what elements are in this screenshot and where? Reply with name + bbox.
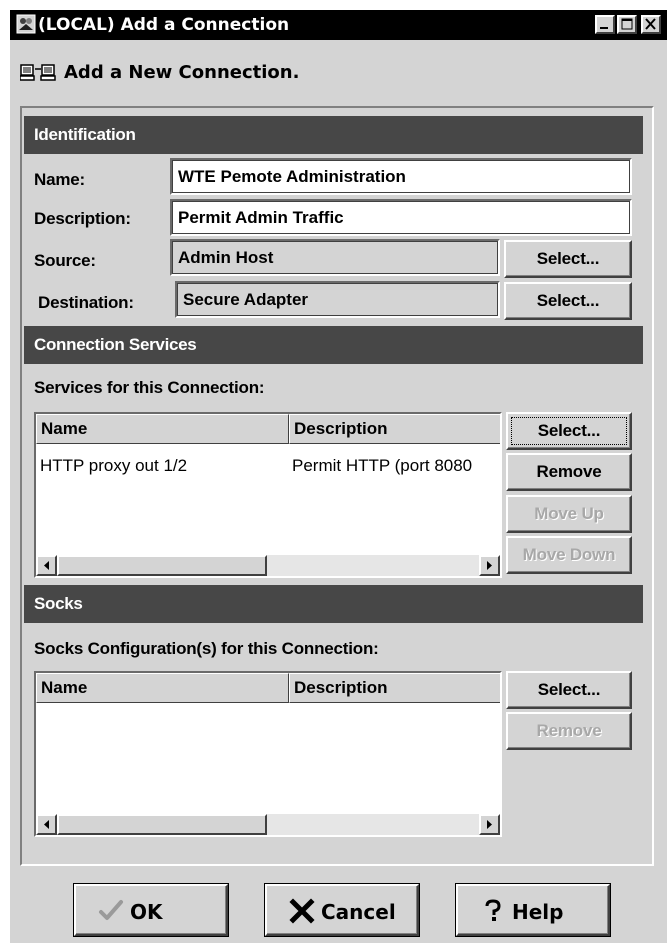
- name-label: Name:: [34, 170, 85, 189]
- help-question-icon: [485, 899, 501, 921]
- close-icon: [645, 18, 656, 30]
- ok-button[interactable]: OK: [74, 884, 228, 936]
- socks-remove-button[interactable]: Remove: [506, 712, 632, 750]
- services-select-button[interactable]: Select...: [506, 412, 632, 450]
- services-horizontal-scrollbar[interactable]: [36, 555, 500, 576]
- services-column-description[interactable]: Description: [289, 414, 500, 444]
- destination-field: Secure Adapter: [175, 281, 500, 318]
- services-list-label: Services for this Connection:: [34, 378, 265, 397]
- scroll-right-button[interactable]: [479, 814, 500, 835]
- arrow-left-icon: [44, 561, 49, 570]
- minimize-button[interactable]: [595, 15, 615, 34]
- help-button[interactable]: Help: [456, 884, 610, 936]
- close-button[interactable]: [641, 15, 661, 34]
- arrow-left-icon: [44, 820, 49, 829]
- socks-list-label: Socks Configuration(s) for this Connecti…: [34, 639, 379, 658]
- ok-label: OK: [130, 900, 163, 924]
- source-label: Source:: [34, 251, 96, 270]
- scroll-thumb[interactable]: [57, 814, 267, 835]
- title-bar[interactable]: (LOCAL) Add a Connection: [10, 10, 667, 40]
- add-connection-window: (LOCAL) Add a Connection Add a New Conne…: [8, 8, 667, 943]
- x-cancel-icon: [289, 898, 315, 924]
- scroll-thumb[interactable]: [57, 555, 267, 576]
- source-field: Admin Host: [170, 239, 500, 276]
- arrow-right-icon: [487, 561, 492, 570]
- identification-section-header: Identification: [24, 116, 643, 154]
- checkmark-icon: [99, 900, 123, 920]
- app-window-icon[interactable]: [16, 14, 36, 34]
- destination-label: Destination:: [38, 293, 134, 312]
- socks-section-header: Socks: [24, 585, 643, 623]
- scroll-left-button[interactable]: [36, 555, 57, 576]
- service-description-cell: Permit HTTP (port 8080: [292, 456, 473, 475]
- socks-column-description[interactable]: Description: [289, 673, 500, 703]
- services-remove-button[interactable]: Remove: [506, 453, 632, 491]
- services-column-name[interactable]: Name: [36, 414, 289, 444]
- maximize-icon: [621, 18, 633, 30]
- scroll-right-button[interactable]: [479, 555, 500, 576]
- scroll-left-button[interactable]: [36, 814, 57, 835]
- socks-table[interactable]: Name Description: [34, 671, 502, 837]
- socks-horizontal-scrollbar[interactable]: [36, 814, 500, 835]
- socks-select-button[interactable]: Select...: [506, 671, 632, 709]
- destination-select-button[interactable]: Select...: [504, 282, 632, 320]
- services-select-label: Select...: [511, 417, 627, 445]
- maximize-button[interactable]: [617, 15, 637, 34]
- arrow-right-icon: [487, 820, 492, 829]
- services-move-up-button[interactable]: Move Up: [506, 495, 632, 533]
- services-table[interactable]: Name Description HTTP proxy out 1/2 Perm…: [34, 412, 502, 578]
- name-field[interactable]: WTE Pemote Administration: [170, 158, 632, 195]
- cancel-button[interactable]: Cancel: [265, 884, 419, 936]
- services-move-down-button[interactable]: Move Down: [506, 536, 632, 574]
- minimize-icon: [600, 27, 608, 29]
- description-field[interactable]: Permit Admin Traffic: [170, 199, 632, 236]
- cancel-label: Cancel: [321, 900, 396, 924]
- window-title: (LOCAL) Add a Connection: [38, 15, 290, 35]
- service-name-cell: HTTP proxy out 1/2: [40, 456, 188, 475]
- network-computers-icon: [20, 64, 56, 81]
- help-label: Help: [512, 900, 564, 924]
- description-label: Description:: [34, 209, 131, 228]
- dialog-heading: Add a New Connection.: [64, 62, 300, 83]
- source-select-button[interactable]: Select...: [504, 240, 632, 278]
- connection-services-section-header: Connection Services: [24, 326, 643, 364]
- socks-column-name[interactable]: Name: [36, 673, 289, 703]
